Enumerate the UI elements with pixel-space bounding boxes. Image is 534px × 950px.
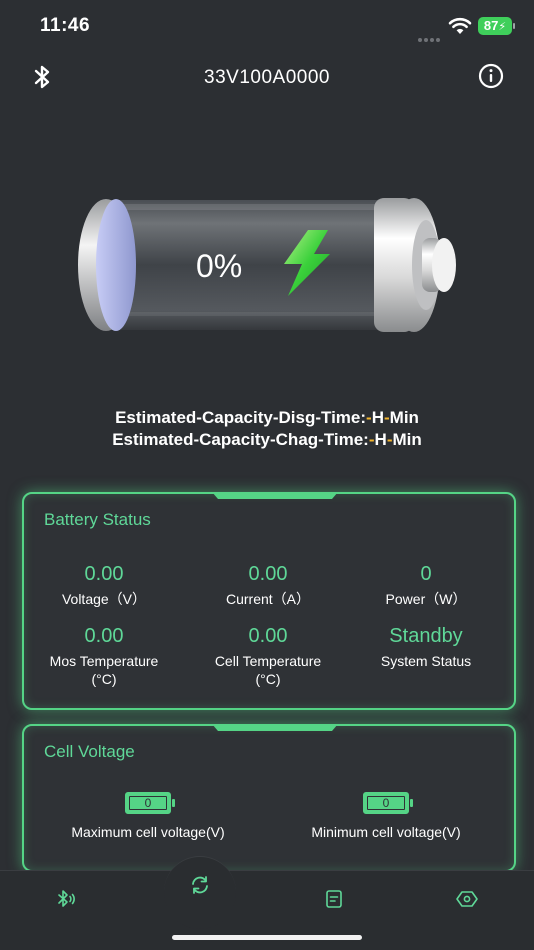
voltage-metric: 0.00 Voltage（V）: [24, 562, 184, 608]
power-label: Power（W）: [385, 591, 467, 607]
mos-temperature-value: 0.00: [84, 625, 124, 647]
min-cell-voltage: 0 Minimum cell voltage(V): [286, 792, 486, 840]
chag-prefix: Estimated-Capacity-Chag-Time:: [112, 430, 369, 449]
max-cell-value: 0: [129, 796, 167, 810]
power-value: 0: [420, 563, 432, 585]
cell-temperature-metric: 0.00 Cell Temperature (°C): [188, 624, 348, 688]
system-status-label: System Status: [380, 653, 472, 669]
system-status-metric: Standby System Status: [346, 624, 506, 670]
charging-bolt-icon: [284, 230, 330, 296]
status-bar: 11:46 87⚡: [0, 0, 534, 54]
min-cell-battery-icon: 0: [363, 792, 413, 814]
power-metric: 0 Power（W）: [346, 562, 506, 608]
cellular-signal-icon: [418, 29, 442, 42]
status-battery-badge: 87⚡: [478, 17, 515, 35]
disg-hours-unit: H: [371, 408, 384, 427]
min-cell-label: Minimum cell voltage(V): [311, 824, 461, 840]
cell-voltage-panel: Cell Voltage 0 Maximum cell voltage(V) 0…: [22, 724, 516, 872]
settings-hex-icon[interactable]: [456, 888, 478, 910]
mos-temperature-metric: 0.00 Mos Temperature (°C): [24, 624, 184, 688]
current-metric: 0.00 Current（A）: [188, 562, 348, 608]
max-cell-voltage: 0 Maximum cell voltage(V): [48, 792, 248, 840]
charging-icon: ⚡: [498, 21, 507, 33]
current-label: Current（A）: [225, 591, 311, 607]
battery-percent: 0%: [196, 248, 243, 284]
home-indicator: [172, 935, 362, 940]
battery-status-title: Battery Status: [44, 510, 151, 529]
estimated-discharge-time: Estimated-Capacity-Disg-Time:-H-Min: [0, 408, 534, 428]
cell-voltage-title: Cell Voltage: [44, 742, 135, 761]
estimated-charge-time: Estimated-Capacity-Chag-Time:-H-Min: [0, 430, 534, 450]
wifi-icon: [448, 17, 472, 34]
status-time: 11:46: [40, 15, 91, 36]
current-value: 0.00: [248, 563, 288, 585]
panel-tab-decoration: [212, 724, 338, 731]
voltage-value: 0.00: [84, 563, 124, 585]
battery-graphic: [78, 198, 456, 332]
disg-min-unit: Min: [389, 408, 419, 427]
document-icon[interactable]: [323, 888, 345, 910]
chag-min-unit: Min: [392, 430, 422, 449]
info-icon[interactable]: [478, 63, 504, 89]
battery-status-panel: Battery Status 0.00 Voltage（V） 0.00 Curr…: [22, 492, 516, 710]
max-cell-battery-icon: 0: [125, 792, 175, 814]
voltage-label: Voltage（V）: [61, 591, 147, 607]
status-battery-level: 87: [483, 18, 499, 33]
disg-prefix: Estimated-Capacity-Disg-Time:: [115, 408, 367, 427]
refresh-icon[interactable]: [189, 874, 211, 896]
min-cell-value: 0: [367, 796, 405, 810]
chag-hours-unit: H: [374, 430, 387, 449]
system-status-value: Standby: [389, 625, 463, 647]
mos-temperature-label: Mos Temperature: [49, 653, 159, 669]
bluetooth-signal-icon[interactable]: [56, 888, 78, 910]
panel-tab-decoration: [212, 492, 338, 499]
mos-temperature-unit: (°C): [91, 671, 117, 687]
cell-temperature-label: Cell Temperature: [214, 653, 322, 669]
cell-temperature-value: 0.00: [248, 625, 288, 647]
max-cell-label: Maximum cell voltage(V): [71, 824, 225, 840]
device-title: 33V100A0000: [204, 67, 330, 88]
screen: 11:46 87⚡ 33V100A0000 0% Estimated-Capac…: [0, 0, 534, 950]
cell-temperature-unit: (°C): [255, 671, 281, 687]
